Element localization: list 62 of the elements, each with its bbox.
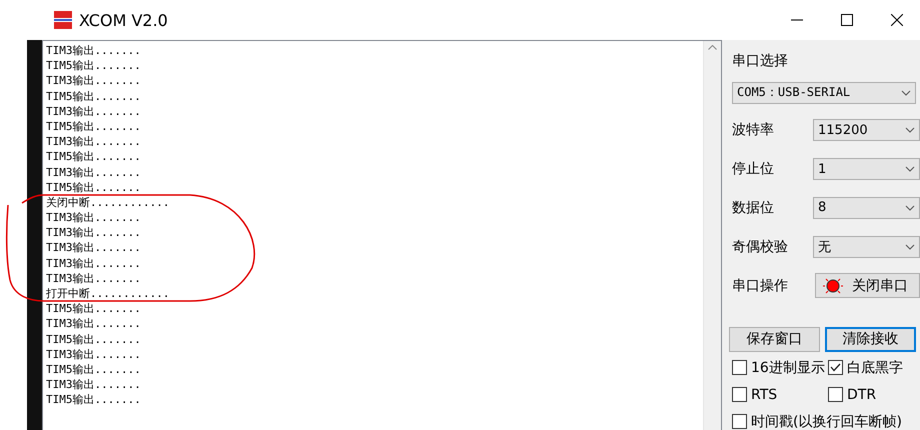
setting-label: 停止位 (732, 160, 774, 178)
log-line: TIM3输出....... (46, 316, 142, 332)
log-line: TIM3输出....... (46, 43, 142, 58)
setting-label: 奇偶校验 (732, 238, 788, 256)
receive-log[interactable] (42, 40, 722, 430)
maximize-icon (841, 14, 853, 26)
log-line: TIM3输出....... (46, 164, 142, 180)
log-line: TIM3输出....... (46, 73, 142, 89)
check-icon (830, 363, 841, 372)
setting-dropdown[interactable]: 无 (813, 236, 920, 258)
setting-dropdown[interactable]: 1 (813, 158, 920, 180)
log-line: TIM3输出....... (46, 270, 142, 286)
caret-icon (905, 127, 915, 134)
port-select-label: 串口选择 (732, 52, 789, 71)
log-line: 关闭中断............ (46, 194, 170, 210)
checkbox-label: 白底黑字 (847, 358, 903, 377)
clear-receive-button[interactable]: 清除接收 (825, 326, 916, 352)
window-title: XCOM V2.0 (79, 10, 168, 30)
log-line: TIM3输出....... (46, 225, 142, 240)
setting-dropdown[interactable]: 8 (813, 196, 920, 219)
caret-icon (901, 90, 911, 96)
log-line: 打开中断............ (46, 286, 170, 302)
caret-icon (905, 244, 915, 250)
log-line: TIM3输出....... (46, 377, 142, 392)
checkbox-label: DTR (847, 386, 876, 403)
log-line: TIM5输出....... (46, 149, 142, 164)
log-line: TIM5输出....... (46, 392, 142, 408)
log-line: TIM5输出....... (46, 118, 142, 134)
log-line: TIM5输出....... (46, 332, 142, 347)
close-port-button[interactable]: 关闭串口 (815, 273, 920, 298)
scroll-up-icon[interactable] (708, 45, 717, 50)
checkbox[interactable] (828, 387, 843, 402)
caret-icon (905, 166, 915, 172)
checkbox[interactable] (828, 360, 843, 376)
log-line: TIM3输出....... (46, 210, 142, 226)
log-line: TIM3输出....... (46, 240, 142, 256)
setting-label: 波特率 (732, 121, 774, 140)
log-line: TIM5输出....... (46, 180, 142, 195)
setting-dropdown[interactable]: 115200 (813, 119, 920, 142)
checkbox[interactable] (732, 414, 747, 430)
scrollbar[interactable] (703, 41, 721, 430)
save-window-button[interactable]: 保存窗口 (729, 326, 820, 352)
checkbox[interactable] (732, 360, 747, 376)
checkbox-label: RTS (751, 386, 778, 403)
log-line: TIM5输出....... (46, 88, 142, 104)
minimize-icon (791, 19, 803, 21)
checkbox[interactable] (732, 387, 747, 402)
close-icon (891, 14, 903, 26)
port-operation-label: 串口操作 (732, 276, 788, 295)
app-logo-icon (53, 10, 73, 30)
caret-icon (905, 204, 915, 211)
log-line: TIM3输出....... (46, 104, 142, 119)
log-line: TIM3输出....... (46, 256, 142, 271)
checkbox-label: 16进制显示 (751, 358, 825, 377)
port-dropdown[interactable]: COM5：USB-SERIAL (732, 82, 916, 104)
log-line: TIM5输出....... (46, 58, 142, 74)
log-line: TIM5输出....... (46, 301, 142, 316)
checkbox-label: 时间戳(以换行回车断帧) (751, 412, 902, 430)
log-line: TIM3输出....... (46, 346, 142, 362)
log-line: TIM3输出....... (46, 134, 142, 150)
setting-label: 数据位 (732, 198, 774, 217)
log-line: TIM5输出....... (46, 362, 142, 378)
